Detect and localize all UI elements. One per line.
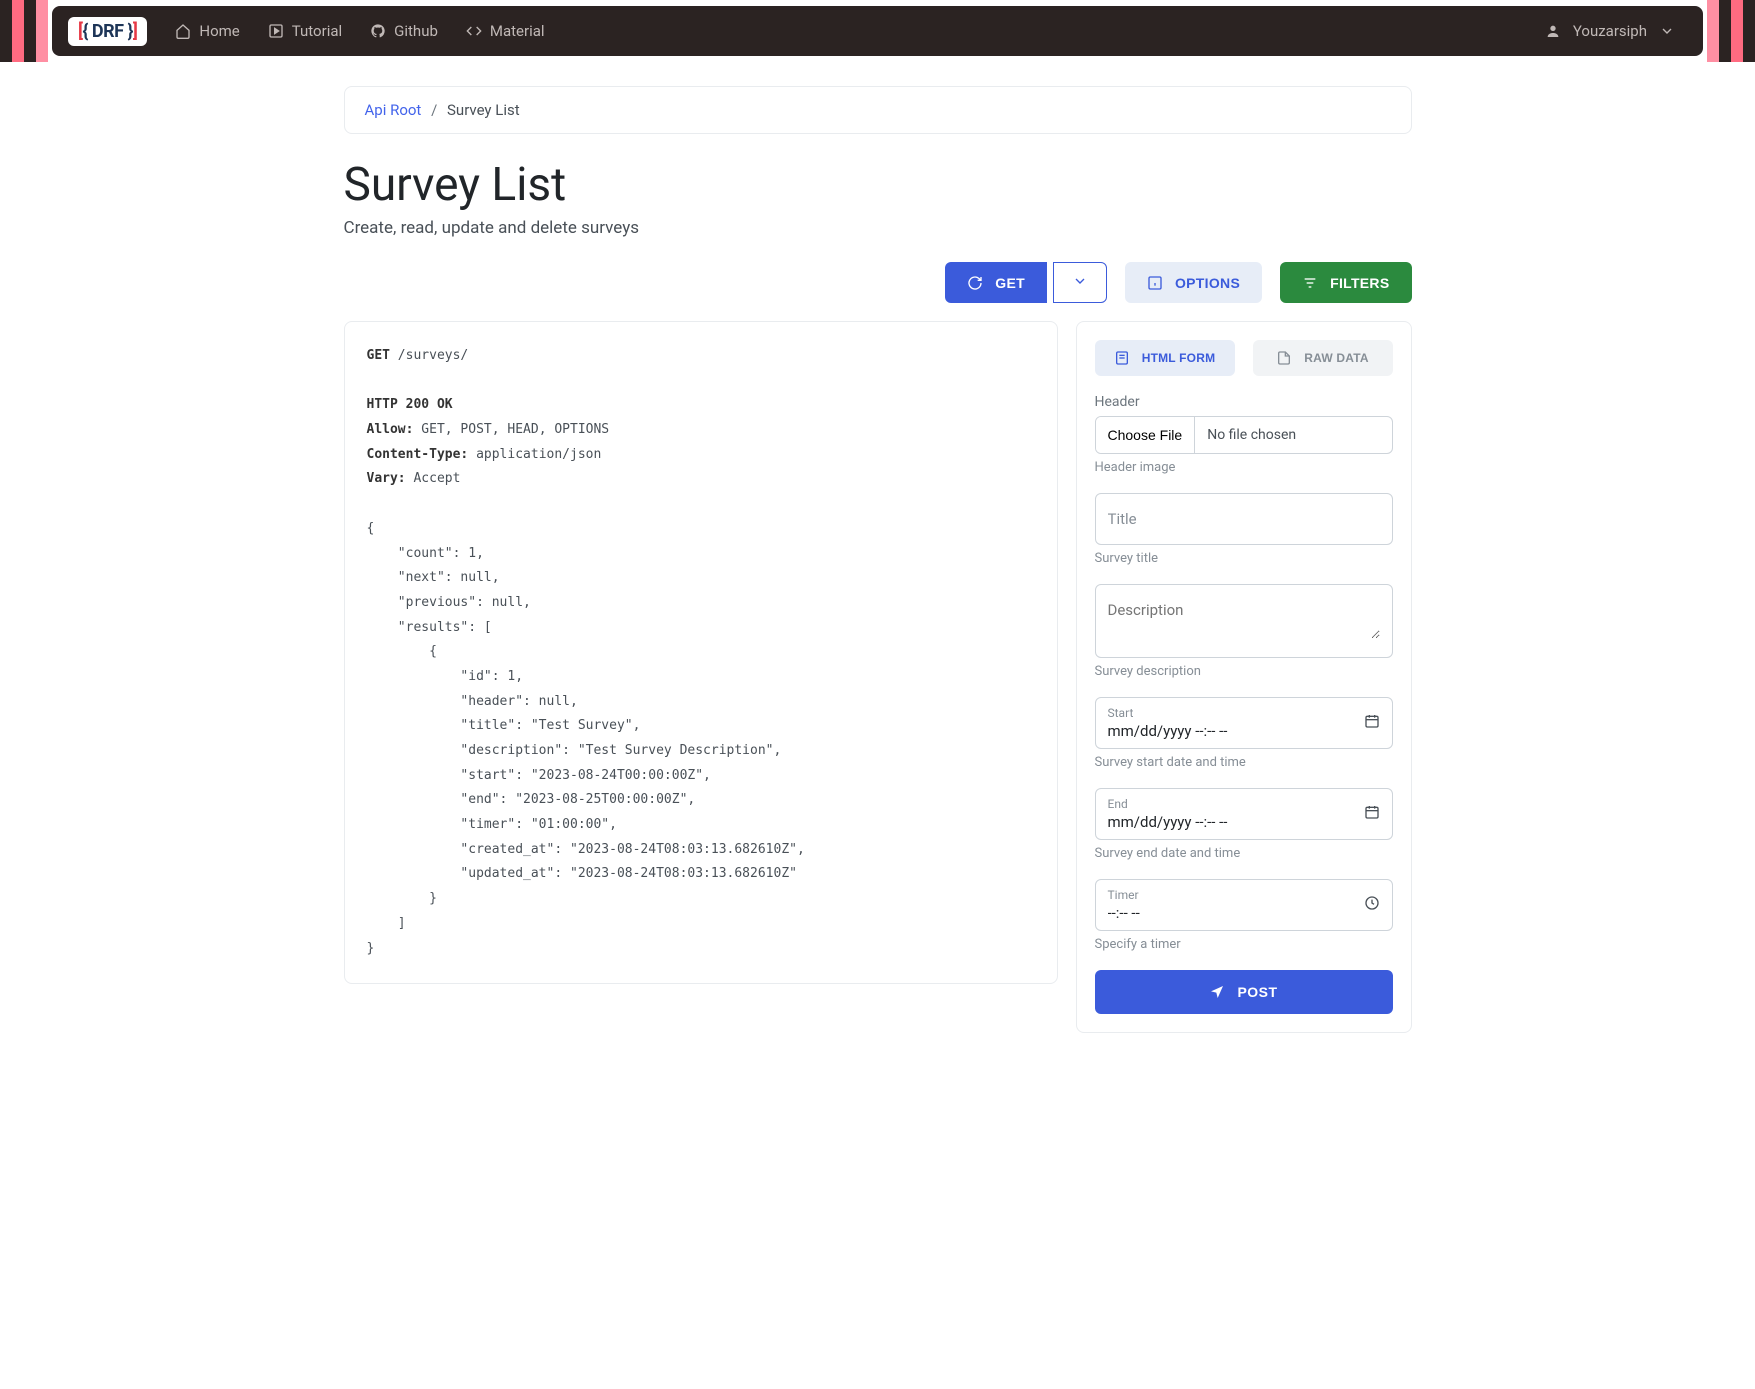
tab-raw-data[interactable]: RAW DATA bbox=[1253, 340, 1393, 376]
navbar: [{ DRF }] Home Tutorial Github Material … bbox=[52, 6, 1703, 56]
chevron-down-icon bbox=[1659, 23, 1675, 39]
home-icon bbox=[175, 23, 191, 39]
post-button[interactable]: POST bbox=[1095, 970, 1393, 1014]
nav-material[interactable]: Material bbox=[454, 14, 557, 48]
response-card: GET /surveys/ HTTP 200 OK Allow: GET, PO… bbox=[344, 321, 1058, 984]
description-field[interactable] bbox=[1095, 584, 1393, 658]
choose-file-button[interactable]: Choose File bbox=[1096, 417, 1196, 453]
response-body: { "count": 1, "next": null, "previous": … bbox=[367, 517, 1035, 961]
chevron-down-icon bbox=[1072, 273, 1088, 289]
nav-github-label: Github bbox=[394, 22, 438, 40]
start-field[interactable]: Start bbox=[1095, 697, 1393, 749]
end-help: Survey end date and time bbox=[1095, 846, 1393, 861]
form-icon bbox=[1114, 350, 1130, 366]
nav-tutorial[interactable]: Tutorial bbox=[256, 14, 354, 48]
nav-user-menu[interactable]: Youzarsiph bbox=[1533, 14, 1687, 48]
brand-logo[interactable]: [{ DRF }] bbox=[68, 17, 147, 46]
timer-help: Specify a timer bbox=[1095, 937, 1393, 952]
response-status: HTTP 200 OK bbox=[367, 393, 1035, 418]
start-help: Survey start date and time bbox=[1095, 755, 1393, 770]
file-status-text: No file chosen bbox=[1195, 417, 1391, 453]
title-input[interactable] bbox=[1108, 508, 1380, 530]
play-square-icon bbox=[268, 23, 284, 39]
get-button[interactable]: GET bbox=[945, 262, 1047, 303]
send-icon bbox=[1209, 984, 1225, 1000]
end-label: End bbox=[1108, 797, 1380, 811]
header-label: Header bbox=[1095, 394, 1393, 410]
form-card: HTML FORM RAW DATA Header Choose File No… bbox=[1076, 321, 1412, 1033]
tab-raw-data-label: RAW DATA bbox=[1304, 351, 1368, 365]
end-field[interactable]: End bbox=[1095, 788, 1393, 840]
nav-home-label: Home bbox=[199, 22, 239, 40]
timer-field[interactable]: Timer bbox=[1095, 879, 1393, 931]
nav-user-label: Youzarsiph bbox=[1573, 22, 1647, 40]
title-field[interactable] bbox=[1095, 493, 1393, 545]
code-icon bbox=[466, 23, 482, 39]
calendar-icon[interactable] bbox=[1364, 713, 1380, 733]
end-input[interactable] bbox=[1108, 811, 1380, 833]
filters-button[interactable]: FILTERS bbox=[1280, 262, 1411, 303]
description-help: Survey description bbox=[1095, 664, 1393, 679]
title-help: Survey title bbox=[1095, 551, 1393, 566]
clock-icon[interactable] bbox=[1364, 895, 1380, 915]
breadcrumb-sep: / bbox=[431, 101, 437, 119]
options-button-label: OPTIONS bbox=[1175, 275, 1240, 291]
calendar-icon[interactable] bbox=[1364, 804, 1380, 824]
get-button-label: GET bbox=[995, 275, 1025, 291]
filters-button-label: FILTERS bbox=[1330, 275, 1389, 291]
start-input[interactable] bbox=[1108, 720, 1380, 742]
nav-github[interactable]: Github bbox=[358, 14, 450, 48]
tab-html-form[interactable]: HTML FORM bbox=[1095, 340, 1235, 376]
breadcrumb-root[interactable]: Api Root bbox=[365, 101, 422, 119]
get-button-group: GET bbox=[945, 262, 1107, 303]
options-button[interactable]: OPTIONS bbox=[1125, 262, 1262, 303]
page-title: Survey List bbox=[344, 158, 1412, 212]
post-button-label: POST bbox=[1237, 984, 1277, 1000]
description-input[interactable] bbox=[1108, 599, 1380, 639]
get-dropdown-button[interactable] bbox=[1053, 262, 1107, 303]
info-square-icon bbox=[1147, 275, 1163, 291]
start-label: Start bbox=[1108, 706, 1380, 720]
github-icon bbox=[370, 23, 386, 39]
action-row: GET OPTIONS FILTERS bbox=[344, 262, 1412, 303]
breadcrumb: Api Root / Survey List bbox=[344, 86, 1412, 134]
top-stripe: [{ DRF }] Home Tutorial Github Material … bbox=[0, 0, 1755, 62]
filter-icon bbox=[1302, 275, 1318, 291]
nav-home[interactable]: Home bbox=[163, 14, 251, 48]
timer-input[interactable] bbox=[1108, 902, 1380, 924]
user-icon bbox=[1545, 23, 1561, 39]
page-description: Create, read, update and delete surveys bbox=[344, 218, 1412, 238]
header-file-input[interactable]: Choose File No file chosen bbox=[1095, 416, 1393, 454]
breadcrumb-current: Survey List bbox=[447, 101, 520, 119]
nav-tutorial-label: Tutorial bbox=[292, 22, 342, 40]
file-icon bbox=[1276, 350, 1292, 366]
refresh-icon bbox=[967, 275, 983, 291]
nav-material-label: Material bbox=[490, 22, 545, 40]
tab-html-form-label: HTML FORM bbox=[1142, 351, 1216, 365]
header-help: Header image bbox=[1095, 460, 1393, 475]
timer-label: Timer bbox=[1108, 888, 1380, 902]
